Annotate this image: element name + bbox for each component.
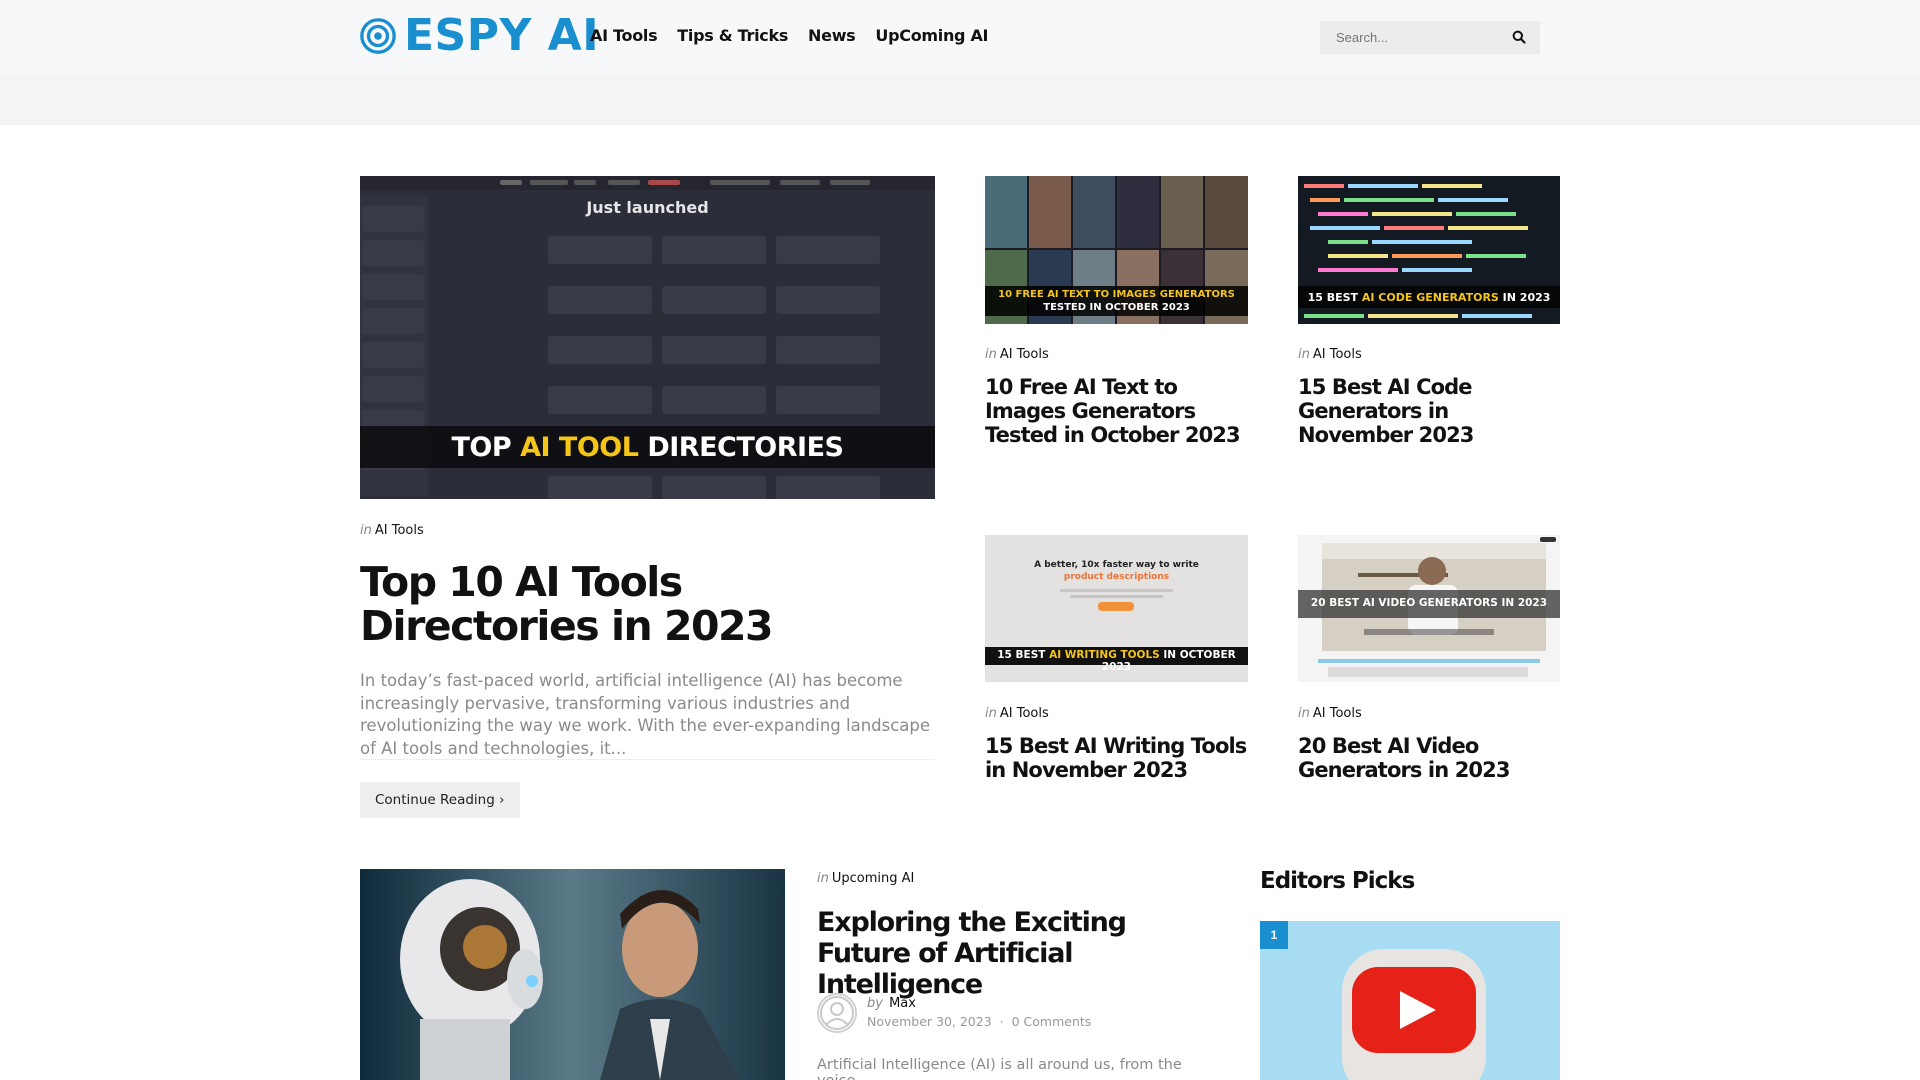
- search-icon[interactable]: [1512, 30, 1526, 44]
- nav-news[interactable]: News: [808, 26, 856, 45]
- divider: [360, 759, 935, 760]
- category-link[interactable]: AI Tools: [1313, 347, 1362, 362]
- featured-post-image[interactable]: Just launched TOP AI TOOL DIRECTORIES: [360, 176, 935, 499]
- logo-target-icon: [360, 18, 396, 54]
- card-category: in AI Tools: [985, 706, 1049, 721]
- editors-picks-heading: Editors Picks: [1260, 868, 1415, 894]
- category-prefix: in: [985, 706, 997, 721]
- banner-text-pre: 15 BEST: [1307, 291, 1362, 304]
- card-title[interactable]: 20 Best AI Video Generators in 2023: [1298, 734, 1560, 782]
- card-category: in AI Tools: [1298, 706, 1362, 721]
- nav-ai-tools[interactable]: AI Tools: [590, 26, 658, 45]
- banner-text-highlight: AI WRITING TOOLS: [1049, 649, 1160, 661]
- card-title[interactable]: 10 Free AI Text to Images Generators Tes…: [985, 375, 1248, 447]
- card-image-banner: 15 BEST AI CODE GENERATORS IN 2023: [1298, 291, 1560, 304]
- category-prefix: in: [360, 523, 372, 538]
- latest-category: in Upcoming AI: [817, 871, 914, 886]
- banner-text-pre: 15 BEST: [997, 649, 1050, 661]
- pick-rank-badge: 1: [1260, 921, 1288, 949]
- card-title[interactable]: 15 Best AI Code Generators in November 2…: [1298, 375, 1560, 447]
- card-image-banner: 15 BEST AI WRITING TOOLS IN OCTOBER 2023: [985, 649, 1248, 673]
- featured-post-excerpt: In today’s fast-paced world, artificial …: [360, 671, 931, 758]
- banner-text-highlight: AI TOOL: [520, 432, 639, 463]
- author-avatar[interactable]: [817, 993, 857, 1033]
- category-prefix: in: [1298, 347, 1310, 362]
- youtube-logo-icon: [1260, 921, 1560, 1080]
- category-link[interactable]: AI Tools: [1313, 706, 1362, 721]
- editors-pick-image[interactable]: [1260, 921, 1560, 1080]
- latest-post-title[interactable]: Exploring the Exciting Future of Artific…: [817, 907, 1217, 1000]
- by-prefix: by: [867, 996, 883, 1011]
- card-image-banner-line1: 10 FREE AI TEXT TO IMAGES GENERATORS: [998, 289, 1235, 300]
- featured-category: in AI Tools: [360, 523, 424, 538]
- category-link[interactable]: AI Tools: [1000, 347, 1049, 362]
- category-link[interactable]: Upcoming AI: [832, 871, 915, 886]
- post-date: November 30, 2023: [867, 1014, 992, 1029]
- comments-link[interactable]: 0 Comments: [1012, 1014, 1092, 1029]
- card-image-banner-line2: TESTED IN OCTOBER 2023: [1043, 302, 1190, 313]
- category-prefix: in: [985, 347, 997, 362]
- continue-reading-button[interactable]: Continue Reading ›: [360, 782, 520, 818]
- card-title[interactable]: 15 Best AI Writing Tools in November 202…: [985, 734, 1248, 782]
- featured-image-top-label: Just launched: [586, 198, 709, 217]
- site-logo[interactable]: ESPY AI: [359, 10, 600, 61]
- card-image-banner: 20 BEST AI VIDEO GENERATORS IN 2023: [1310, 597, 1548, 609]
- category-prefix: in: [817, 871, 829, 886]
- meta-separator: ·: [999, 1014, 1004, 1029]
- post-meta: November 30, 2023 · 0 Comments: [867, 1014, 1091, 1029]
- main-nav: AI Tools Tips & Tricks News UpComing AI: [590, 26, 989, 45]
- banner-text-highlight: AI CODE GENERATORS: [1361, 291, 1499, 304]
- banner-text-post: IN 2023: [1498, 291, 1551, 304]
- card-category: in AI Tools: [1298, 347, 1362, 362]
- featured-post-title[interactable]: Top 10 AI Tools Directories in 2023: [360, 560, 920, 648]
- category-link[interactable]: AI Tools: [375, 523, 424, 538]
- card-category: in AI Tools: [985, 347, 1049, 362]
- robot-and-man-graphic: [360, 869, 785, 1080]
- card-image-video-generators[interactable]: 20 BEST AI VIDEO GENERATORS IN 2023: [1298, 535, 1560, 682]
- category-prefix: in: [1298, 706, 1310, 721]
- banner-text-pre: TOP: [451, 432, 521, 463]
- category-link[interactable]: AI Tools: [1000, 706, 1049, 721]
- user-icon: [820, 996, 854, 1030]
- card-image-text-to-images[interactable]: 10 FREE AI TEXT TO IMAGES GENERATORS TES…: [985, 176, 1248, 324]
- card-image-writing-tools[interactable]: A better, 10x faster way to write produc…: [985, 535, 1248, 682]
- nav-upcoming-ai[interactable]: UpComing AI: [875, 26, 988, 45]
- nav-tips-tricks[interactable]: Tips & Tricks: [677, 26, 788, 45]
- author-byline: by Max: [867, 996, 916, 1011]
- card-image-code-generators[interactable]: 15 BEST AI CODE GENERATORS IN 2023: [1298, 176, 1560, 324]
- featured-image-banner: TOP AI TOOL DIRECTORIES: [360, 432, 935, 463]
- latest-post-excerpt: Artificial Intelligence (AI) is all arou…: [817, 1057, 1182, 1080]
- search-box: [1320, 21, 1540, 54]
- banner-text-post: DIRECTORIES: [638, 432, 844, 463]
- latest-post-image[interactable]: [360, 869, 785, 1080]
- search-input[interactable]: [1320, 21, 1500, 54]
- logo-text: ESPY AI: [404, 10, 600, 61]
- header-subbar: [0, 75, 1920, 125]
- author-link[interactable]: Max: [889, 996, 916, 1011]
